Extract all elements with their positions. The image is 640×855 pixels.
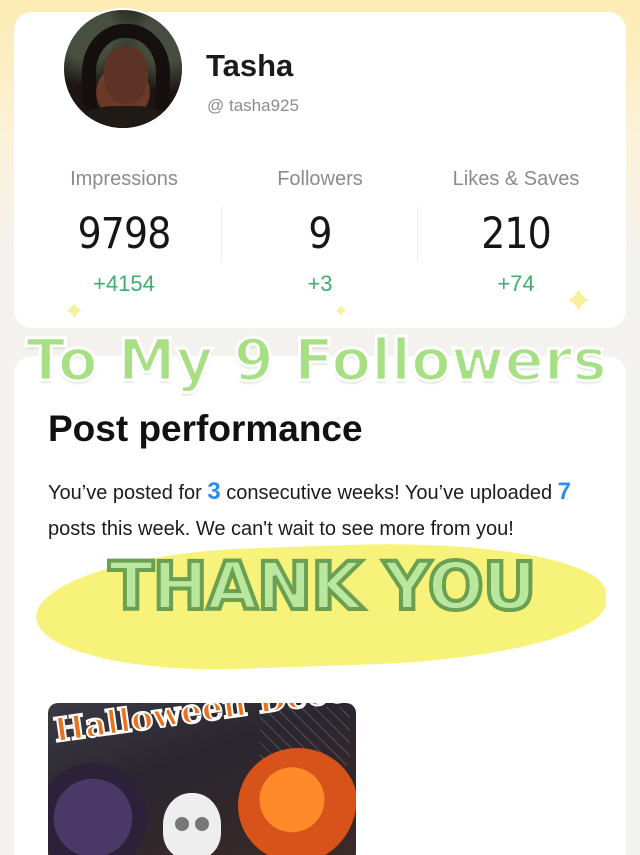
performance-summary: You’ve posted for 3 consecutive weeks! Y… bbox=[48, 474, 608, 547]
summary-text: posts this week. We can't wait to see mo… bbox=[48, 518, 514, 540]
flower-decor bbox=[238, 748, 356, 855]
profile-card: Tasha @ tasha925 Impressions 9798 +4154 … bbox=[14, 8, 626, 328]
weeks-count: 3 bbox=[207, 478, 221, 505]
stat-delta: +3 bbox=[307, 271, 333, 296]
profile-handle: @ tasha925 bbox=[207, 96, 299, 115]
stat-value: 9798 bbox=[77, 209, 172, 259]
stat-value: 9 bbox=[308, 209, 332, 259]
profile-name: Tasha bbox=[206, 48, 294, 83]
skull-decor bbox=[163, 793, 221, 855]
flower-decor bbox=[48, 763, 148, 855]
stats-row: Impressions 9798 +4154 Followers 9 +3 Li… bbox=[14, 162, 626, 302]
stat-impressions[interactable]: Impressions 9798 +4154 bbox=[26, 162, 222, 297]
post-thumbnail[interactable]: Halloween Decor bbox=[48, 703, 356, 855]
stat-value: 210 bbox=[481, 209, 551, 259]
stat-label: Impressions bbox=[70, 168, 178, 190]
stat-followers[interactable]: Followers 9 +3 bbox=[222, 162, 418, 297]
sparkle-icon: ✦ bbox=[329, 295, 353, 327]
avatar[interactable] bbox=[62, 8, 184, 130]
section-title: Post performance bbox=[48, 408, 363, 449]
stat-label: Likes & Saves bbox=[452, 168, 580, 190]
stat-label: Followers bbox=[277, 168, 363, 190]
sparkle-icon: ✦ bbox=[559, 276, 598, 327]
stat-delta: +4154 bbox=[93, 271, 155, 296]
sticker-title: To My 9 Followers bbox=[25, 325, 609, 396]
posts-count: 7 bbox=[557, 478, 571, 505]
summary-text: consecutive weeks! You’ve uploaded bbox=[220, 482, 558, 504]
thank-you-sticker: THANK YOU bbox=[107, 546, 539, 627]
summary-text: You’ve posted for bbox=[48, 482, 208, 504]
